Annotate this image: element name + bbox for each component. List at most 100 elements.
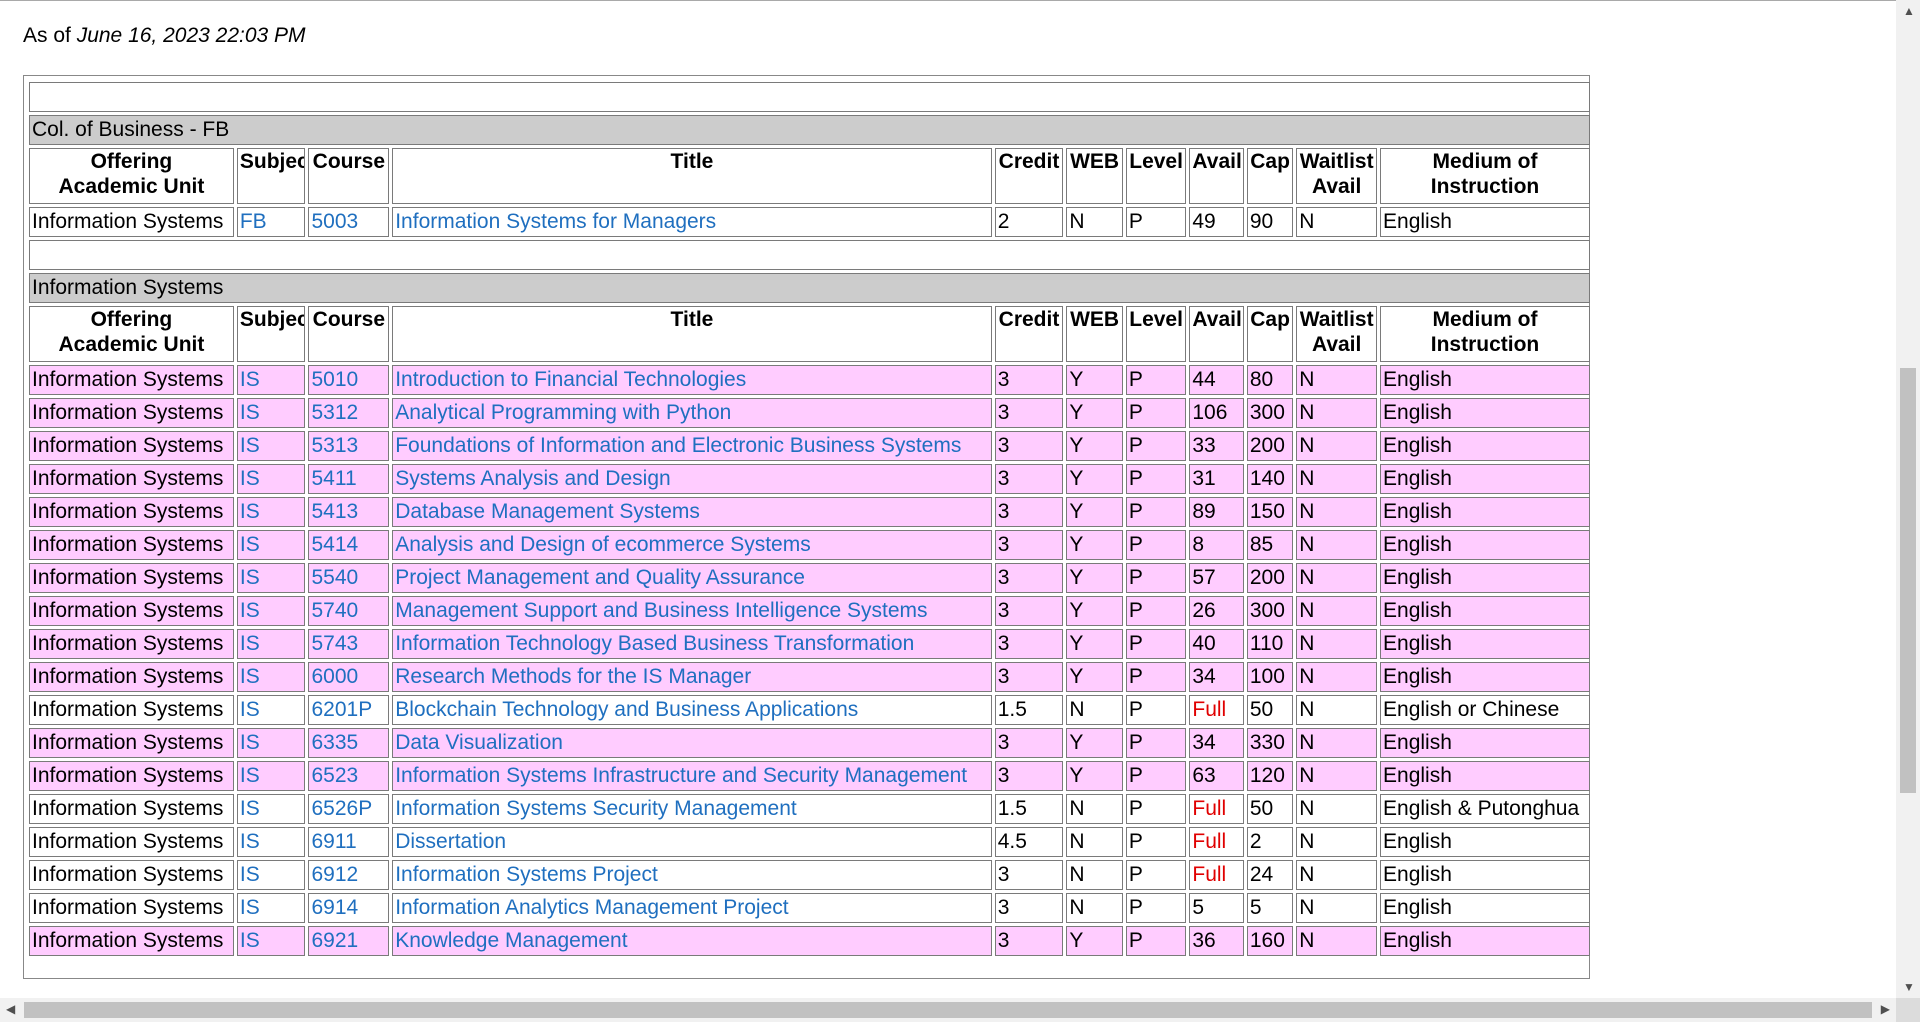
cell-credit: 3 bbox=[994, 629, 1064, 659]
title-link[interactable]: Foundations of Information and Electroni… bbox=[395, 434, 961, 457]
vertical-scrollbar[interactable]: ▲ ▼ bbox=[1896, 0, 1920, 998]
course-row: Information Systems IS 6911 Dissertation 4.5… bbox=[29, 827, 1590, 857]
cell-course: 6000 bbox=[308, 662, 390, 692]
cell-level: P bbox=[1125, 926, 1187, 956]
subject-link[interactable]: IS bbox=[240, 665, 260, 688]
credit-value: 3 bbox=[997, 500, 1010, 523]
title-link[interactable]: Information Systems Infrastructure and S… bbox=[395, 764, 967, 787]
course-link[interactable]: 5414 bbox=[311, 533, 358, 556]
web-value: Y bbox=[1069, 566, 1084, 589]
title-link[interactable]: Project Management and Quality Assurance bbox=[395, 566, 805, 589]
subject-link[interactable]: IS bbox=[240, 698, 260, 721]
title-link[interactable]: Systems Analysis and Design bbox=[395, 467, 670, 490]
title-link[interactable]: Database Management Systems bbox=[395, 500, 700, 523]
scroll-left-arrow-icon[interactable]: ◀ bbox=[6, 1002, 15, 1016]
level-value: P bbox=[1128, 500, 1143, 523]
subject-link[interactable]: IS bbox=[240, 830, 260, 853]
web-value: Y bbox=[1069, 533, 1084, 556]
subject-link[interactable]: IS bbox=[240, 467, 260, 490]
cell-avail: 106 bbox=[1189, 398, 1244, 428]
course-link[interactable]: 6201P bbox=[311, 698, 372, 721]
subject-link[interactable]: IS bbox=[240, 533, 260, 556]
subject-link[interactable]: IS bbox=[240, 599, 260, 622]
cell-web: N bbox=[1066, 695, 1123, 725]
course-link[interactable]: 6921 bbox=[311, 929, 358, 952]
subject-link[interactable]: IS bbox=[240, 764, 260, 787]
cell-level: P bbox=[1125, 464, 1187, 494]
course-link[interactable]: 6000 bbox=[311, 665, 358, 688]
cell-medium: English bbox=[1380, 398, 1590, 428]
scroll-right-arrow-icon[interactable]: ▶ bbox=[1881, 1002, 1890, 1016]
subject-link[interactable]: IS bbox=[240, 500, 260, 523]
subject-link[interactable]: IS bbox=[240, 896, 260, 919]
cell-credit: 3 bbox=[994, 398, 1064, 428]
cell-subject: IS bbox=[236, 662, 306, 692]
cell-title: Blockchain Technology and Business Appli… bbox=[392, 695, 992, 725]
title-link[interactable]: Information Systems Security Management bbox=[395, 797, 797, 820]
vertical-scroll-thumb[interactable] bbox=[1900, 368, 1916, 793]
subject-link[interactable]: IS bbox=[240, 368, 260, 391]
course-link[interactable]: 6912 bbox=[311, 863, 358, 886]
course-link[interactable]: 5312 bbox=[311, 401, 358, 424]
title-link[interactable]: Analytical Programming with Python bbox=[395, 401, 731, 424]
as-of-prefix: As of bbox=[23, 24, 71, 47]
course-link[interactable]: 5413 bbox=[311, 500, 358, 523]
subject-link[interactable]: IS bbox=[240, 863, 260, 886]
subject-link[interactable]: IS bbox=[240, 731, 260, 754]
title-link[interactable]: Information Systems Project bbox=[395, 863, 658, 886]
course-link[interactable]: 5313 bbox=[311, 434, 358, 457]
title-link[interactable]: Dissertation bbox=[395, 830, 506, 853]
subject-link[interactable]: IS bbox=[240, 929, 260, 952]
course-link[interactable]: 6526P bbox=[311, 797, 372, 820]
cell-waitlist: N bbox=[1296, 629, 1378, 659]
cap-value: 330 bbox=[1249, 731, 1285, 754]
cell-level: P bbox=[1125, 893, 1187, 923]
course-link[interactable]: 6914 bbox=[311, 896, 358, 919]
cell-credit: 3 bbox=[994, 860, 1064, 890]
course-link[interactable]: 5743 bbox=[311, 632, 358, 655]
level-value: P bbox=[1128, 599, 1143, 622]
horizontal-scroll-thumb[interactable] bbox=[24, 1002, 1872, 1018]
title-link[interactable]: Introduction to Financial Technologies bbox=[395, 368, 746, 391]
title-link[interactable]: Information Technology Based Business Tr… bbox=[395, 632, 914, 655]
subject-link[interactable]: IS bbox=[240, 632, 260, 655]
cap-value: 200 bbox=[1249, 434, 1285, 457]
section-title: Information Systems bbox=[29, 273, 1590, 303]
cap-value: 120 bbox=[1249, 764, 1285, 787]
title-link[interactable]: Research Methods for the IS Manager bbox=[395, 665, 751, 688]
title-link[interactable]: Information Systems for Managers bbox=[395, 210, 716, 233]
cell-title: Knowledge Management bbox=[392, 926, 992, 956]
horizontal-scrollbar[interactable]: ◀ ▶ bbox=[0, 998, 1896, 1022]
subject-link[interactable]: IS bbox=[240, 434, 260, 457]
title-link[interactable]: Blockchain Technology and Business Appli… bbox=[395, 698, 858, 721]
scroll-up-arrow-icon[interactable]: ▲ bbox=[1903, 4, 1915, 18]
course-link[interactable]: 5740 bbox=[311, 599, 358, 622]
cell-web: Y bbox=[1066, 629, 1123, 659]
course-row: Information Systems IS 5414 Analysis and De… bbox=[29, 530, 1590, 560]
scroll-down-arrow-icon[interactable]: ▼ bbox=[1903, 980, 1915, 994]
course-link[interactable]: 5411 bbox=[311, 467, 356, 490]
subject-link[interactable]: IS bbox=[240, 401, 260, 424]
title-link[interactable]: Knowledge Management bbox=[395, 929, 627, 952]
cap-value: 110 bbox=[1249, 632, 1284, 655]
course-link[interactable]: 6523 bbox=[311, 764, 358, 787]
header-cap-text: Cap bbox=[1250, 150, 1290, 173]
subject-link[interactable]: IS bbox=[240, 566, 260, 589]
course-link[interactable]: 6911 bbox=[311, 830, 356, 853]
subject-link[interactable]: FB bbox=[240, 210, 267, 233]
cell-subject: FB bbox=[236, 207, 306, 237]
title-link[interactable]: Management Support and Business Intellig… bbox=[395, 599, 927, 622]
title-link[interactable]: Analysis and Design of ecommerce Systems bbox=[395, 533, 811, 556]
level-value: P bbox=[1128, 896, 1143, 919]
cell-unit: Information Systems bbox=[29, 563, 234, 593]
title-link[interactable]: Data Visualization bbox=[395, 731, 563, 754]
course-link[interactable]: 5540 bbox=[311, 566, 358, 589]
course-link[interactable]: 6335 bbox=[311, 731, 358, 754]
course-link[interactable]: 5003 bbox=[311, 210, 358, 233]
cell-unit: Information Systems bbox=[29, 596, 234, 626]
title-link[interactable]: Information Analytics Management Project bbox=[395, 896, 788, 919]
course-link[interactable]: 5010 bbox=[311, 368, 358, 391]
level-value: P bbox=[1128, 797, 1143, 820]
subject-link[interactable]: IS bbox=[240, 797, 260, 820]
header-web-text: WEB bbox=[1070, 308, 1120, 331]
